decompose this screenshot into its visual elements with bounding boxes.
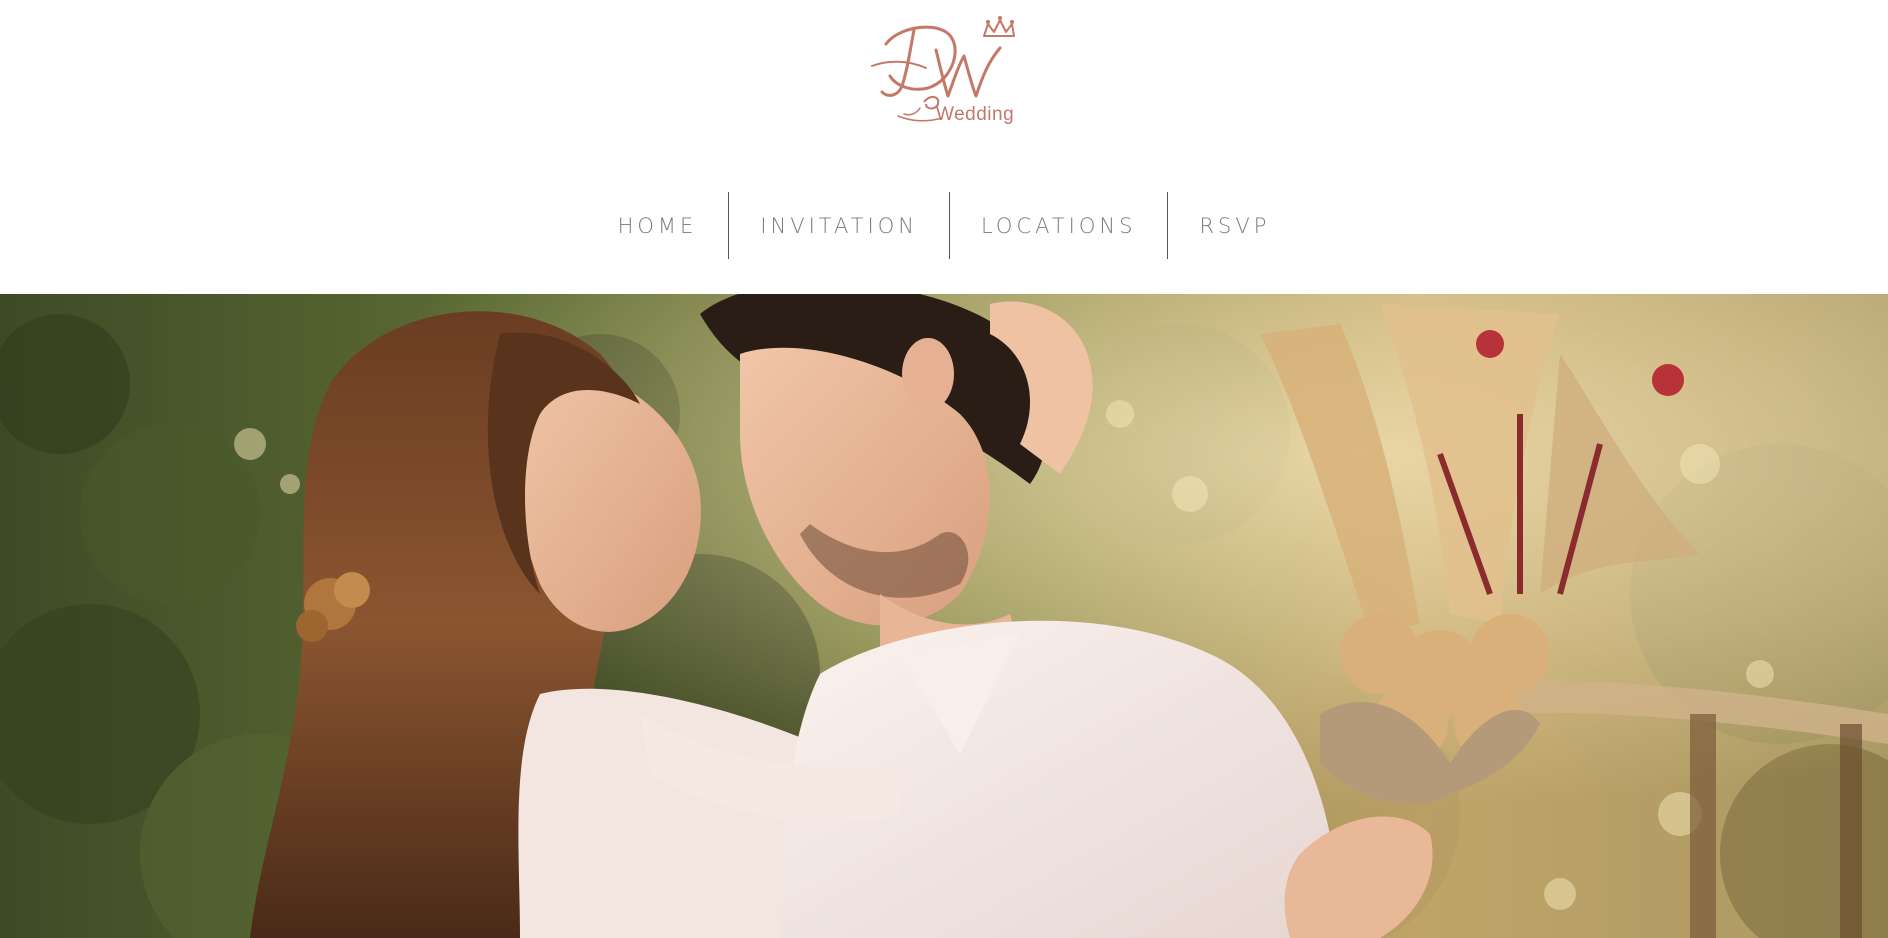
- nav-item-home[interactable]: HOME: [587, 192, 729, 259]
- logo-wordmark: Wedding: [936, 104, 1015, 125]
- couple-photo-icon: [0, 294, 1888, 938]
- nav-item-rsvp[interactable]: RSVP: [1168, 192, 1301, 259]
- main-navigation: HOME INVITATION LOCATIONS RSVP: [0, 192, 1888, 259]
- nav-item-invitation[interactable]: INVITATION: [729, 192, 949, 259]
- site-header: Wedding HOME INVITATION LOCATIONS RSVP: [0, 0, 1888, 294]
- nav-item-locations[interactable]: LOCATIONS: [950, 192, 1167, 259]
- hero-image: [0, 294, 1888, 938]
